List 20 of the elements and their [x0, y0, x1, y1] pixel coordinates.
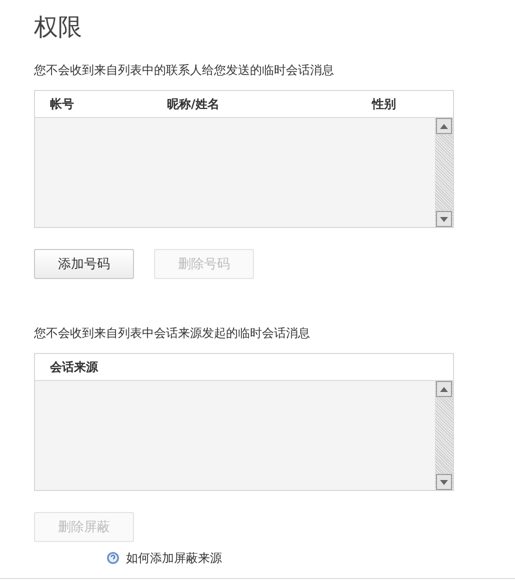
column-header: 帐号 [50, 96, 75, 112]
column-header: 性别 [372, 96, 397, 112]
scroll-up-button[interactable] [436, 381, 452, 397]
up-arrow-icon [440, 386, 448, 392]
scroll-down-button[interactable] [436, 474, 452, 490]
action-button[interactable]: 添加号码 [34, 249, 134, 279]
help-icon [107, 552, 119, 564]
page-title: 权限 [34, 12, 82, 43]
column-header: 昵称/姓名 [167, 96, 220, 112]
section-description: 您不会收到来自列表中会话来源发起的临时会话消息 [34, 326, 310, 340]
column-header: 会话来源 [50, 358, 99, 376]
scrollbar[interactable] [435, 118, 453, 227]
scroll-up-button[interactable] [436, 118, 452, 134]
scroll-down-button[interactable] [436, 211, 452, 227]
down-arrow-icon [440, 480, 448, 484]
up-arrow-icon [440, 124, 448, 128]
help-link[interactable]: 如何添加屏蔽来源 [126, 551, 222, 565]
section-description: 您不会收到来自列表中的联系人给您发送的临时会话消息 [34, 63, 334, 77]
down-arrow-icon [440, 216, 448, 222]
scrollbar[interactable] [435, 381, 453, 490]
